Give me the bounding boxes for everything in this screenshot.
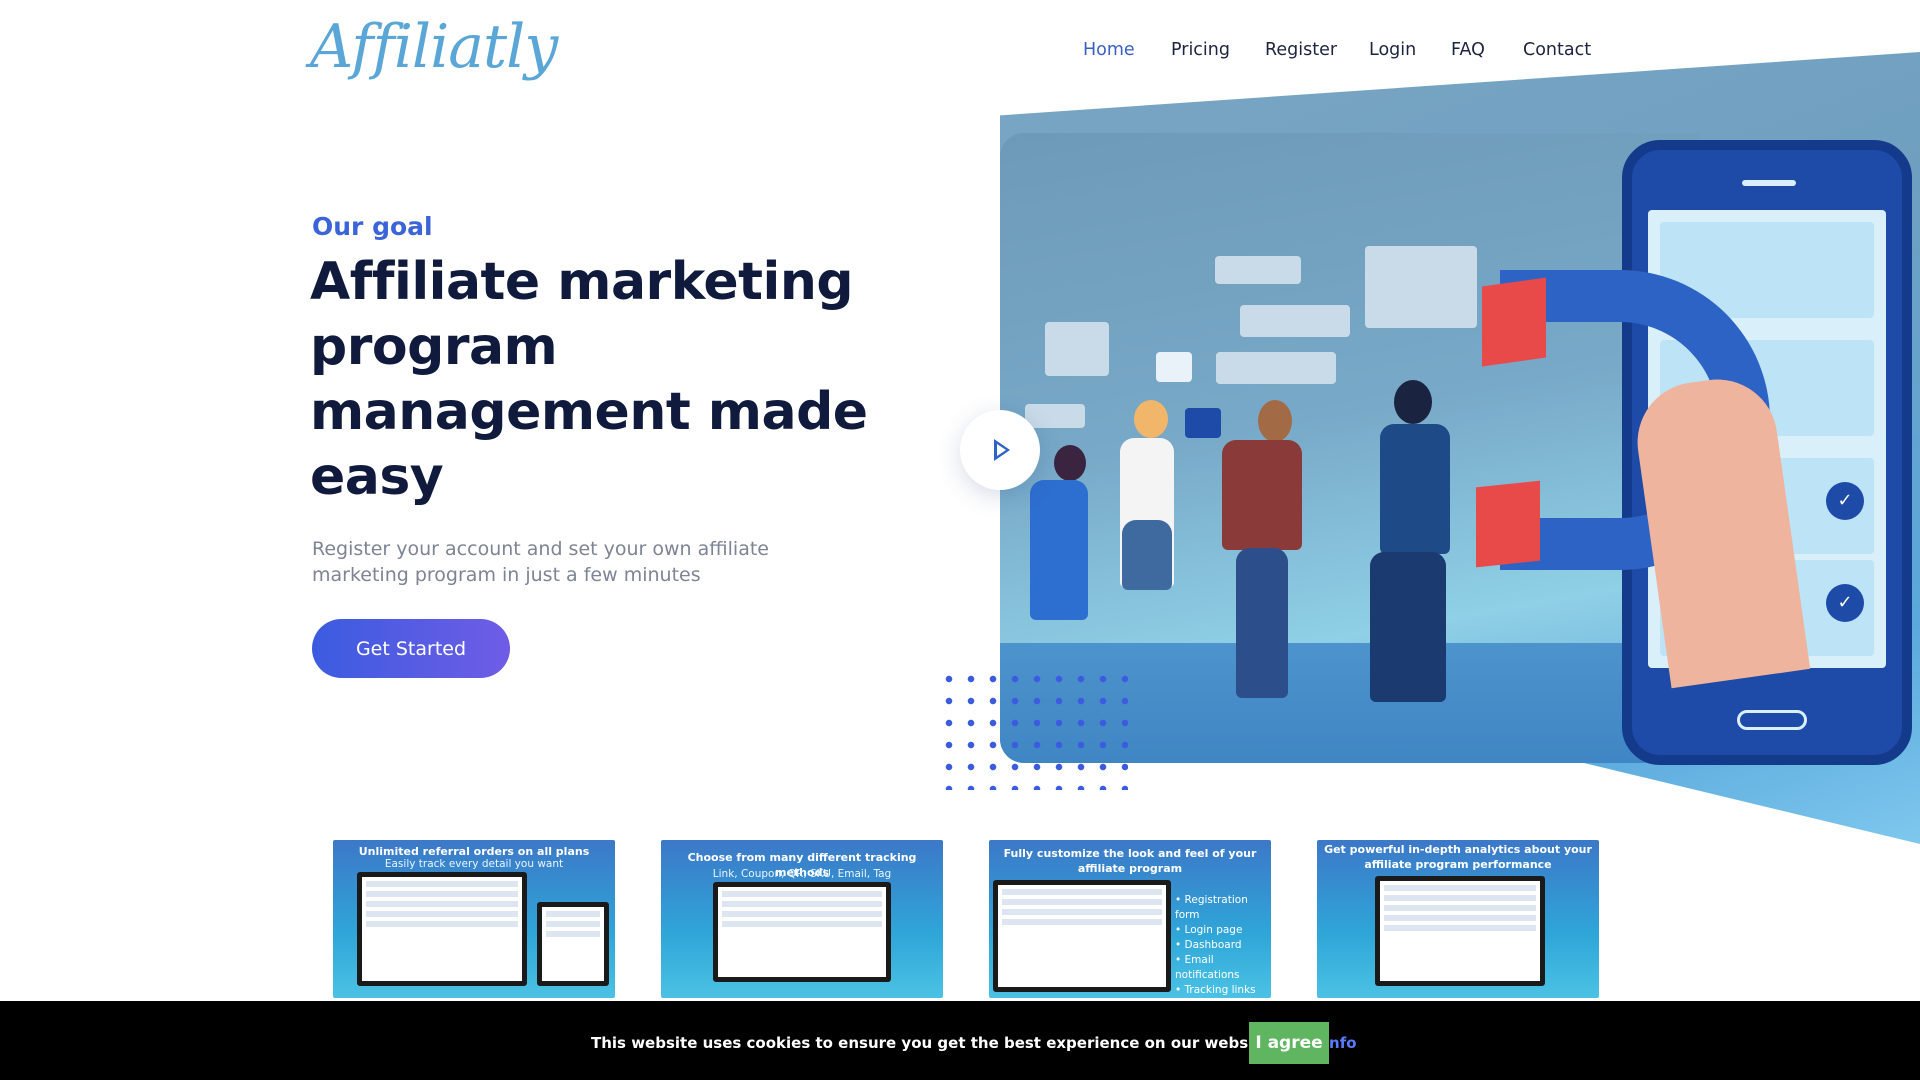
hero-eyebrow: Our goal	[312, 212, 433, 241]
cookie-message-text: This website uses cookies to ensure you …	[591, 1034, 1271, 1052]
cookie-message: This website uses cookies to ensure you …	[591, 1034, 1357, 1052]
feature-thumbnail-tracking[interactable]: Choose from many different tracking meth…	[661, 840, 943, 998]
nav-home-link[interactable]: Home	[1083, 40, 1135, 60]
hero-headline: Affiliate marketing program management m…	[310, 252, 868, 507]
play-icon	[994, 439, 1010, 461]
nav-pricing-link[interactable]: Pricing	[1171, 40, 1230, 60]
feature-list-item: Email notifications	[1175, 953, 1271, 983]
feature-list-item: Tracking links	[1175, 983, 1271, 998]
main-nav: Home Pricing Register Login FAQ Contact	[0, 40, 1920, 70]
feature-title: Fully customize the look and feel of you…	[1003, 847, 1257, 875]
pie-chart-card-icon	[1365, 246, 1477, 328]
laptop-mockup	[1375, 876, 1545, 986]
get-started-button[interactable]: Get Started	[312, 619, 510, 678]
nav-contact-link[interactable]: Contact	[1523, 40, 1591, 60]
cookie-agree-button[interactable]: I agree	[1249, 1022, 1329, 1064]
feature-list-item: Registration form	[1175, 893, 1271, 923]
nav-faq-link[interactable]: FAQ	[1451, 40, 1485, 60]
feature-title: Get powerful in-depth analytics about yo…	[1324, 843, 1592, 871]
magnet-tip	[1476, 480, 1540, 568]
phone-home-button	[1737, 710, 1807, 730]
heart-icon	[1185, 408, 1221, 438]
monitor-mockup	[713, 882, 891, 982]
chat-bubble-icon	[1216, 352, 1336, 384]
feature-subtitle: Easily track every detail you want	[384, 858, 564, 870]
magnet-tip	[1482, 277, 1546, 367]
feature-list-item: Dashboard	[1175, 938, 1271, 953]
decorative-dots	[938, 668, 1128, 790]
nav-register-link[interactable]: Register	[1265, 40, 1337, 60]
hero-subtext: Register your account and set your own a…	[312, 538, 769, 586]
laptop-mockup	[357, 872, 527, 986]
heart-icon	[1156, 352, 1192, 382]
tablet-mockup	[537, 902, 609, 986]
checkmark-icon: ✓	[1826, 584, 1864, 622]
user-profile-icon	[1045, 322, 1109, 376]
play-video-button[interactable]	[960, 410, 1040, 490]
feature-thumbnail-referrals[interactable]: Unlimited referral orders on all plans E…	[333, 840, 615, 998]
laptop-mockup	[993, 880, 1171, 992]
phone-speaker	[1742, 180, 1796, 186]
checkmark-icon: ✓	[1826, 482, 1864, 520]
chat-bubble-icon	[1240, 305, 1350, 337]
feature-list: Registration form Login page Dashboard E…	[1175, 893, 1271, 998]
nav-login-link[interactable]: Login	[1369, 40, 1416, 60]
chat-bubble-icon	[1025, 404, 1085, 428]
feature-subtitle: Link, Coupon, QR, SKU, Email, Tag	[712, 868, 892, 880]
feature-list-item: Login page	[1175, 923, 1271, 938]
feature-thumbnail-customize[interactable]: Fully customize the look and feel of you…	[989, 840, 1271, 998]
chat-bubble-icon	[1215, 256, 1301, 284]
feature-thumbnail-analytics[interactable]: Get powerful in-depth analytics about yo…	[1317, 840, 1599, 998]
